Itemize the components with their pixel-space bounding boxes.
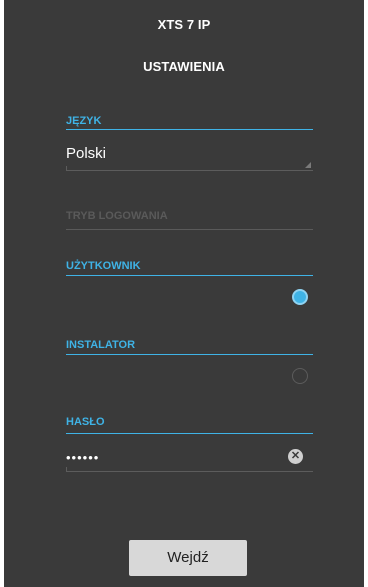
login-mode-divider: [66, 229, 313, 230]
clear-icon[interactable]: ✕: [288, 449, 303, 464]
language-divider: [66, 129, 313, 130]
option-installer-label: INSTALATOR: [66, 339, 136, 351]
language-label: JĘZYK: [66, 115, 102, 127]
app-title: XTS 7 IP: [157, 17, 211, 32]
language-value: Polski: [66, 145, 107, 162]
password-label: HASŁO: [66, 416, 105, 428]
option-user-label: UŻYTKOWNIK: [66, 260, 141, 272]
page-title: USTAWIENIA: [143, 59, 225, 74]
option-installer-divider: [66, 354, 313, 355]
option-user-radio[interactable]: [292, 289, 308, 305]
password-value: ••••••: [66, 450, 100, 465]
option-installer-radio[interactable]: [292, 368, 308, 384]
language-field-line: [66, 170, 313, 171]
dropdown-corner-icon: [305, 162, 311, 168]
option-user-divider: [66, 275, 313, 276]
login-mode-label: TRYB LOGOWANIA: [66, 210, 168, 222]
submit-button[interactable]: Wejdź: [129, 540, 247, 576]
language-field-line-left: [66, 166, 67, 170]
password-divider: [66, 433, 313, 434]
password-field-line: [66, 471, 313, 472]
password-field-line-left: [66, 467, 67, 471]
settings-screen: XTS 7 IP USTAWIENIA JĘZYK Polski TRYB LO…: [4, 0, 364, 587]
